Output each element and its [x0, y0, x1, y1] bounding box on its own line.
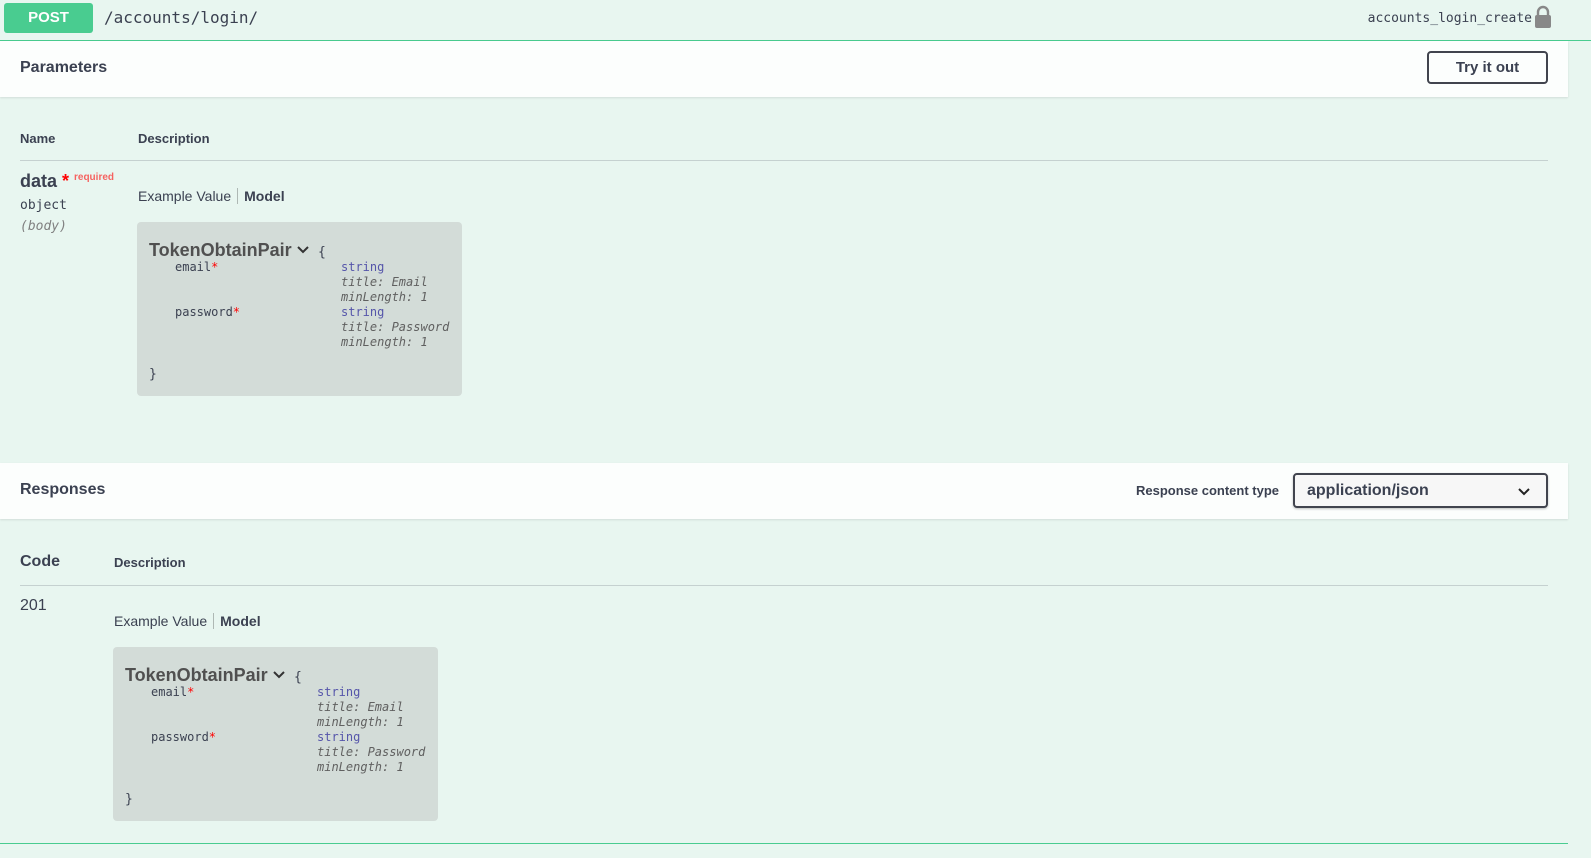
tab-example-value[interactable]: Example Value	[138, 188, 239, 204]
response-content-type-select[interactable]: application/json	[1293, 473, 1548, 508]
prop-minlength-password: minLength: 1	[317, 760, 404, 774]
close-brace: }	[125, 792, 133, 807]
prop-name-text: email	[175, 260, 212, 274]
tab-example-value[interactable]: Example Value	[114, 613, 215, 629]
prop-minlength-email: minLength: 1	[341, 290, 428, 304]
param-name: data *	[20, 171, 69, 192]
model-title[interactable]: TokenObtainPair	[125, 665, 268, 686]
lock-icon[interactable]	[1532, 5, 1554, 29]
responses-header: Responses Response content type applicat…	[0, 463, 1568, 519]
response-model-box: TokenObtainPair { email* string title: E…	[113, 647, 438, 821]
required-label: required	[74, 172, 115, 183]
response-model-tabs: Example Value Model	[114, 613, 261, 629]
required-star: *	[208, 730, 217, 744]
response-content-type-label: Response content type	[1136, 483, 1280, 498]
chevron-down-icon	[1518, 488, 1530, 496]
param-table-divider	[20, 160, 1548, 161]
prop-type-password: string	[341, 305, 385, 319]
prop-title-password: title: Password	[317, 745, 426, 759]
method-badge: POST	[4, 3, 93, 33]
param-type: object	[20, 198, 67, 213]
prop-type-email: string	[317, 685, 361, 699]
prop-name-text: password	[175, 305, 233, 319]
model-title[interactable]: TokenObtainPair	[149, 240, 292, 261]
prop-name-password: password*	[175, 305, 240, 319]
operation-id: accounts_login_create	[1367, 11, 1532, 26]
prop-type-password: string	[317, 730, 361, 744]
operation-bottom-border	[0, 843, 1568, 844]
response-content-type-value: application/json	[1307, 482, 1429, 499]
parameters-title: Parameters	[20, 59, 108, 76]
required-star: *	[232, 305, 241, 319]
required-star: *	[211, 260, 219, 274]
prop-name-password: password*	[151, 730, 216, 744]
prop-name-email: email*	[151, 685, 194, 699]
close-brace: }	[149, 367, 157, 382]
tab-model[interactable]: Model	[214, 613, 260, 629]
open-brace: {	[318, 245, 326, 260]
parameters-header: Parameters Try it out	[0, 41, 1568, 97]
param-description-column-header: Description	[138, 131, 210, 146]
response-description-column-header: Description	[114, 555, 186, 570]
prop-title-email: title: Email	[317, 700, 404, 714]
param-name-text: data	[20, 171, 58, 191]
prop-type-email: string	[341, 260, 385, 274]
operation-path: /accounts/login/	[104, 8, 259, 27]
response-table-divider	[20, 585, 1548, 586]
response-code: 201	[20, 597, 47, 614]
required-star: *	[62, 171, 70, 191]
param-location: (body)	[20, 219, 67, 234]
operation-summary[interactable]: POST /accounts/login/ accounts_login_cre…	[0, 0, 1591, 41]
prop-title-password: title: Password	[341, 320, 450, 334]
prop-name-email: email*	[175, 260, 218, 274]
prop-minlength-email: minLength: 1	[317, 715, 404, 729]
param-model-tabs: Example Value Model	[138, 188, 285, 204]
try-it-out-button[interactable]: Try it out	[1427, 51, 1548, 84]
response-code-column-header: Code	[20, 553, 60, 570]
param-name-column-header: Name	[20, 131, 56, 146]
prop-name-text: email	[151, 685, 188, 699]
responses-title: Responses	[20, 481, 106, 498]
prop-title-email: title: Email	[341, 275, 428, 289]
required-star: *	[187, 685, 195, 699]
chevron-down-icon[interactable]	[273, 671, 285, 679]
open-brace: {	[294, 670, 302, 685]
operation-block: POST /accounts/login/ accounts_login_cre…	[0, 0, 1591, 858]
chevron-down-icon[interactable]	[297, 246, 309, 254]
prop-minlength-password: minLength: 1	[341, 335, 428, 349]
tab-model[interactable]: Model	[238, 188, 284, 204]
param-model-box: TokenObtainPair { email* string title: E…	[137, 222, 462, 396]
prop-name-text: password	[151, 730, 209, 744]
